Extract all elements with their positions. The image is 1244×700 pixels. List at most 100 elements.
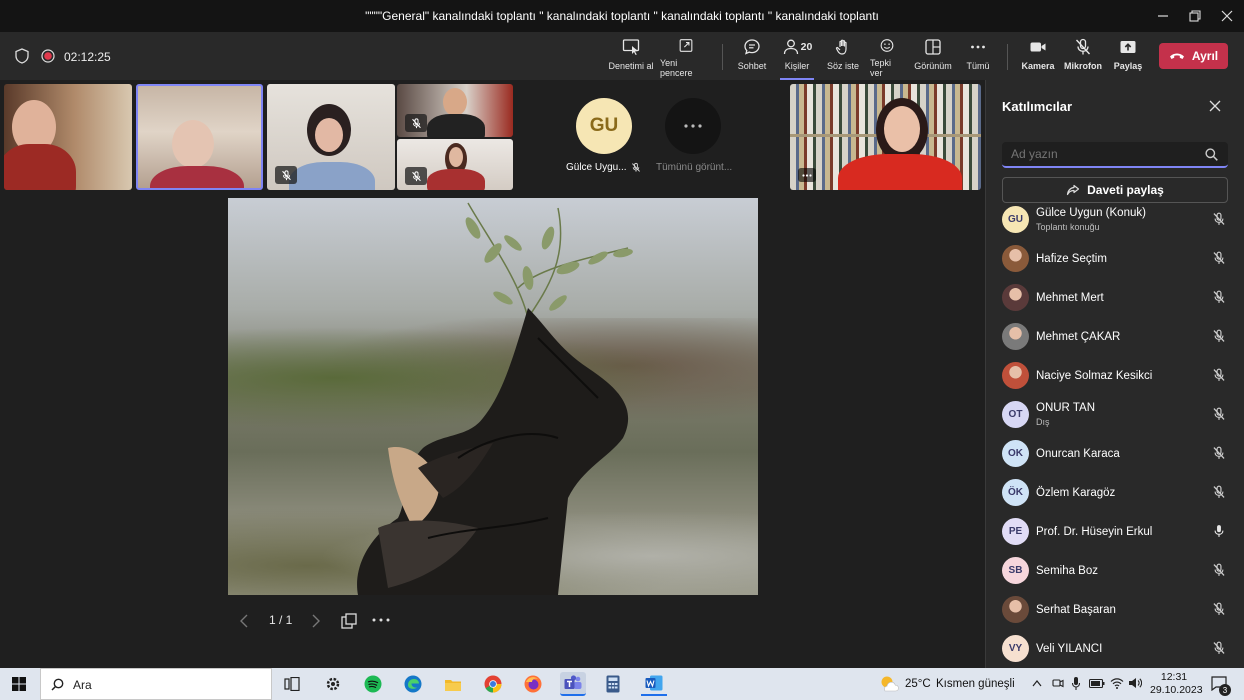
share-invite-button[interactable]: Daveti paylaş <box>1002 177 1228 203</box>
mic-off-icon <box>281 169 291 180</box>
participant-row[interactable]: OK Onurcan Karaca <box>1002 437 1232 471</box>
video-tile-1[interactable] <box>4 84 132 190</box>
mic-button[interactable]: Mikrofon <box>1063 38 1103 78</box>
participant-row[interactable]: Hafize Seçtim <box>1002 242 1232 276</box>
view-all-label: Tümünü görünt... <box>656 162 733 173</box>
explorer-app[interactable] <box>440 672 466 696</box>
participant-name: Semiha Boz <box>1036 565 1099 577</box>
weather-temp: 25°C <box>905 678 931 690</box>
participant-row[interactable]: VY Veli YILANCI <box>1002 632 1232 666</box>
firefox-app[interactable] <box>520 672 546 696</box>
video-tile-self[interactable] <box>790 84 981 190</box>
panel-title: Katılımcılar <box>1002 99 1073 114</box>
people-count: 20 <box>800 41 813 53</box>
raise-hand-label: Söz iste <box>826 61 859 71</box>
participant-row[interactable]: SB Semiha Boz <box>1002 554 1232 588</box>
close-icon <box>1221 10 1233 22</box>
participant-row[interactable]: Mehmet ÇAKAR <box>1002 320 1232 354</box>
share-button[interactable]: Paylaş <box>1112 38 1144 78</box>
participant-row[interactable]: Naciye Solmaz Kesikci <box>1002 359 1232 393</box>
more-button[interactable]: Tümü <box>962 38 994 78</box>
spotify-app[interactable] <box>360 672 386 696</box>
close-window-button[interactable] <box>1210 0 1244 32</box>
taskbar-search[interactable]: Ara <box>40 668 272 700</box>
chat-label: Sohbet <box>737 61 767 71</box>
video-tile-3[interactable] <box>267 84 395 190</box>
teams-icon <box>564 675 582 689</box>
calculator-icon <box>606 675 620 693</box>
word-icon <box>645 675 663 691</box>
participant-avatar: PE <box>1002 518 1029 545</box>
slide-more-button[interactable] <box>372 618 390 622</box>
muted-badge <box>405 114 427 132</box>
battery-icon[interactable] <box>1089 678 1105 689</box>
gear-icon <box>326 677 340 691</box>
participant-role: Dış <box>1036 417 1050 427</box>
meet-now-icon[interactable] <box>1052 677 1064 690</box>
chevron-up-icon[interactable] <box>1032 679 1042 687</box>
participant-row[interactable]: PE Prof. Dr. Hüseyin Erkul <box>1002 515 1232 549</box>
video-tile-speaking[interactable] <box>136 84 263 190</box>
chat-button[interactable]: Sohbet <box>735 38 769 78</box>
participant-name: Serhat Başaran <box>1036 604 1116 616</box>
mic-off-icon <box>1212 446 1226 460</box>
raise-hand-button[interactable]: Söz iste <box>826 38 860 78</box>
chrome-app[interactable] <box>480 672 506 696</box>
search-box <box>1002 142 1228 168</box>
mic-off-icon <box>632 162 640 172</box>
new-window-button[interactable]: Yeni pencere <box>660 38 712 78</box>
participant-row[interactable]: GU Gülce Uygun (Konuk) Toplantı konuğu <box>1002 203 1232 237</box>
mic-off-icon <box>1212 290 1226 304</box>
mic-off-icon <box>1212 485 1226 499</box>
word-app[interactable] <box>641 672 667 696</box>
slide-page-indicator: 1 / 1 <box>269 613 293 627</box>
teams-app[interactable] <box>560 672 586 696</box>
edge-app[interactable] <box>400 672 426 696</box>
share-icon <box>1120 41 1136 53</box>
participant-row[interactable]: OT ONUR TAN Dış <box>1002 398 1232 432</box>
mic-label: Mikrofon <box>1064 61 1102 71</box>
wifi-icon[interactable] <box>1110 677 1124 689</box>
taskbar-clock[interactable]: 12:31 29.10.2023 <box>1150 671 1203 697</box>
task-view-button[interactable] <box>279 672 305 696</box>
minimize-button[interactable] <box>1146 0 1180 32</box>
view-button[interactable]: Görünüm <box>914 38 952 78</box>
shield-icon[interactable] <box>15 48 29 64</box>
camera-button[interactable]: Kamera <box>1020 38 1056 78</box>
weather-icon[interactable] <box>879 675 899 693</box>
slide-view-button[interactable] <box>341 613 357 629</box>
volume-icon[interactable] <box>1128 677 1142 689</box>
participant-search-input[interactable] <box>1002 142 1198 166</box>
mic-off-icon <box>1212 563 1226 577</box>
burnt-olive-tree <box>357 202 633 595</box>
record-icon <box>41 49 55 63</box>
maximize-button[interactable] <box>1178 0 1212 32</box>
participant-row[interactable]: ÖK Özlem Karagöz <box>1002 476 1232 510</box>
prev-slide-button[interactable] <box>239 614 249 628</box>
tile-more-button[interactable] <box>798 168 816 182</box>
view-all-button[interactable] <box>665 98 721 154</box>
chat-icon <box>744 39 760 55</box>
close-panel-button[interactable] <box>1209 100 1221 112</box>
participant-avatar: SB <box>1002 557 1029 584</box>
participant-row[interactable]: Serhat Başaran <box>1002 593 1232 627</box>
participant-row[interactable]: Mehmet Mert <box>1002 281 1232 315</box>
people-button[interactable]: 20 Kişiler <box>780 38 814 80</box>
mic-off-icon <box>1212 251 1226 265</box>
leave-label: Ayrıl <box>1191 49 1219 63</box>
next-slide-button[interactable] <box>311 614 321 628</box>
react-button[interactable]: Tepki ver <box>870 38 904 78</box>
search-icon <box>1205 148 1218 161</box>
video-tile-4[interactable] <box>397 84 513 137</box>
mic-icon[interactable] <box>1071 676 1081 691</box>
share-invite-icon <box>1067 184 1080 196</box>
video-tile-5[interactable] <box>397 139 513 190</box>
more-icon <box>971 45 985 49</box>
participant-avatar: OT <box>1002 401 1029 428</box>
leave-button[interactable]: Ayrıl <box>1159 43 1228 69</box>
calculator-app[interactable] <box>600 672 626 696</box>
guest-avatar[interactable]: GU <box>576 98 632 154</box>
windows-icon[interactable] <box>12 677 26 691</box>
settings-app[interactable] <box>320 672 346 696</box>
take-control-button[interactable]: Denetimi al <box>608 38 654 78</box>
